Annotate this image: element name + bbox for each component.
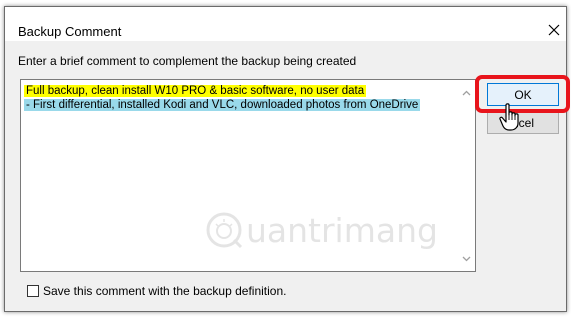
dialog-title: Backup Comment <box>18 24 122 39</box>
watermark: uantrimang <box>204 210 438 250</box>
save-comment-checkbox[interactable] <box>27 285 39 297</box>
save-comment-label: Save this comment with the backup defini… <box>43 284 287 298</box>
watermark-text: uantrimang <box>246 210 438 250</box>
hand-cursor-icon <box>499 103 519 131</box>
title-bar: Backup Comment <box>5 7 566 41</box>
scroll-up-icon[interactable] <box>458 84 475 101</box>
close-icon[interactable] <box>542 19 566 41</box>
comment-line-2: - First differential, installed Kodi and… <box>24 99 421 111</box>
watermark-logo-icon <box>206 212 243 249</box>
scroll-down-icon[interactable] <box>458 250 475 267</box>
vertical-scrollbar[interactable] <box>458 80 475 271</box>
comment-line-1: Full backup, clean install W10 PRO & bas… <box>24 85 367 97</box>
comment-prompt: Enter a brief comment to complement the … <box>18 54 357 68</box>
